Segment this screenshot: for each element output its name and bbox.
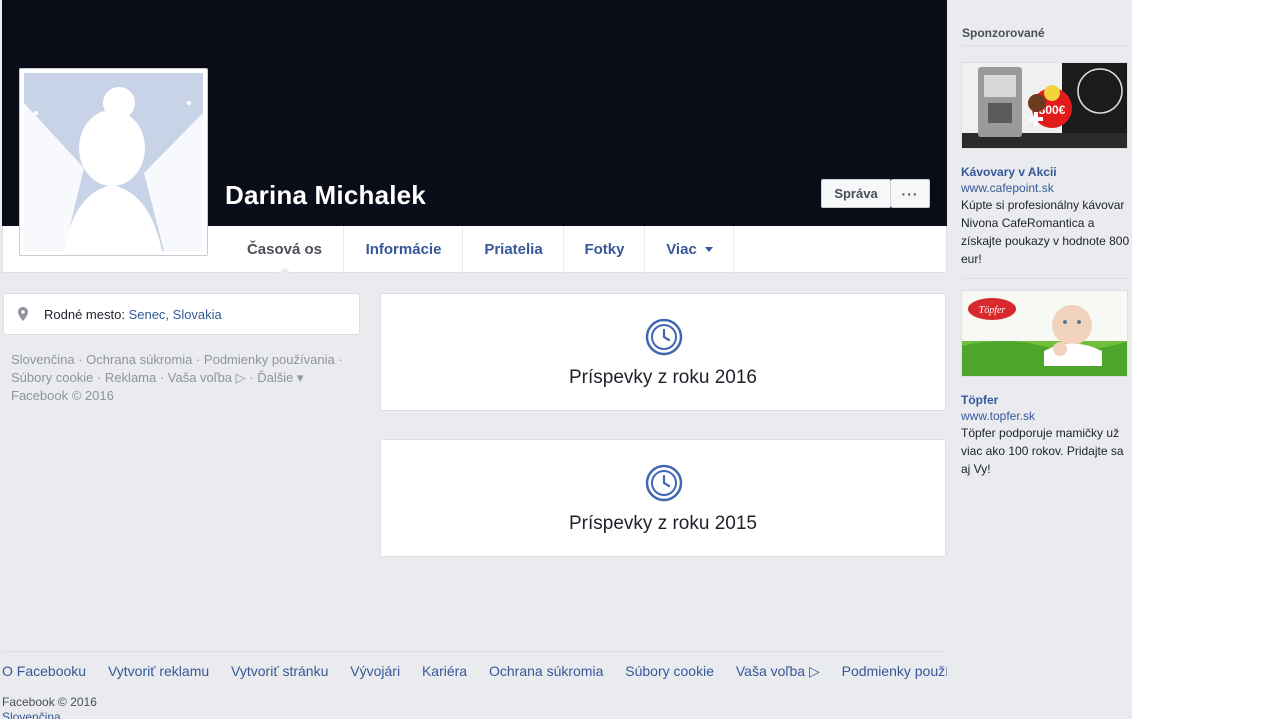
mini-footer-line[interactable]: Súbory cookie · Reklama · Vaša voľba ▷ ·… — [11, 369, 361, 387]
profile-picture[interactable] — [19, 68, 208, 256]
footer-link[interactable]: Vytvoriť stránku — [231, 663, 328, 679]
profile-name[interactable]: Darina Michalek — [225, 180, 426, 211]
chevron-down-icon — [704, 247, 713, 252]
left-mini-footer: Slovenčina · Ochrana súkromia · Podmienk… — [11, 351, 361, 405]
baby-ad-image: Töpfer — [962, 291, 1127, 376]
footer-link[interactable]: Kariéra — [422, 663, 467, 679]
ad-image-coffee[interactable]: 800€ — [961, 62, 1128, 149]
year-posts-2016[interactable]: Príspevky z roku 2016 — [380, 293, 946, 411]
footer-link[interactable]: Podmienky používania — [842, 663, 947, 679]
tab-friends-label: Priatelia — [484, 241, 543, 258]
year-posts-label: Príspevky z roku 2016 — [569, 367, 757, 388]
footer-language-link[interactable]: Slovenčina — [2, 710, 61, 719]
clock-icon — [645, 318, 683, 356]
right-blank-area — [1132, 0, 1280, 719]
manage-button[interactable]: Správa — [821, 179, 891, 208]
footer-link[interactable]: Ochrana súkromia — [489, 663, 603, 679]
ad-text[interactable]: Töpfer podporuje mamičky už viac ako 100… — [961, 424, 1133, 478]
year-posts-label: Príspevky z roku 2015 — [569, 513, 757, 534]
footer-link[interactable]: Vaša voľba ▷ — [736, 663, 820, 679]
footer-copyright: Facebook © 2016 — [2, 695, 97, 709]
intro-box: Rodné mesto: Senec, Slovakia — [3, 293, 360, 335]
location-pin-icon — [18, 307, 28, 321]
sponsored-title: Sponzorované — [962, 26, 1045, 40]
ad-image-topfer[interactable]: Töpfer — [961, 290, 1128, 377]
ad-url[interactable]: www.cafepoint.sk — [961, 181, 1054, 195]
footer-link[interactable]: Súbory cookie — [625, 663, 714, 679]
tab-timeline[interactable]: Časová os — [226, 226, 344, 273]
tab-timeline-label: Časová os — [246, 241, 323, 258]
tab-more[interactable]: Viac — [646, 226, 734, 273]
tab-photos[interactable]: Fotky — [565, 226, 645, 273]
footer-link[interactable]: Vývojári — [350, 663, 400, 679]
tab-photos-label: Fotky — [584, 241, 625, 258]
more-options-button[interactable]: ··· — [891, 179, 930, 208]
footer-links: O Facebooku Vytvoriť reklamu Vytvoriť st… — [2, 663, 947, 681]
coffee-machine-ad-image: 800€ — [962, 63, 1127, 148]
default-avatar-silhouette-icon — [24, 73, 203, 251]
ad-title[interactable]: Kávovary v Akcii — [961, 165, 1057, 179]
divider — [961, 278, 1128, 279]
divider — [961, 45, 1128, 46]
footer-link[interactable]: O Facebooku — [2, 663, 86, 679]
mini-footer-copyright: Facebook © 2016 — [11, 388, 114, 403]
tab-about-label: Informácie — [365, 241, 442, 258]
footer-link[interactable]: Vytvoriť reklamu — [108, 663, 209, 679]
clock-icon — [645, 464, 683, 502]
tab-about[interactable]: Informácie — [345, 226, 463, 273]
ad-text[interactable]: Kúpte si profesionálny kávovar Nivona Ca… — [961, 196, 1133, 268]
tab-more-label: Viac — [666, 241, 697, 258]
year-posts-2015[interactable]: Príspevky z roku 2015 — [380, 439, 946, 557]
mini-footer-line[interactable]: Slovenčina · Ochrana súkromia · Podmienk… — [11, 351, 361, 369]
hometown-label: Rodné mesto: — [44, 306, 125, 322]
ad-title[interactable]: Töpfer — [961, 393, 998, 407]
hometown-link[interactable]: Senec, Slovakia — [129, 307, 222, 322]
ad-url[interactable]: www.topfer.sk — [961, 409, 1035, 423]
ad-logo-text: Töpfer — [979, 305, 1006, 316]
footer-divider — [2, 651, 947, 652]
tab-friends[interactable]: Priatelia — [464, 226, 564, 273]
